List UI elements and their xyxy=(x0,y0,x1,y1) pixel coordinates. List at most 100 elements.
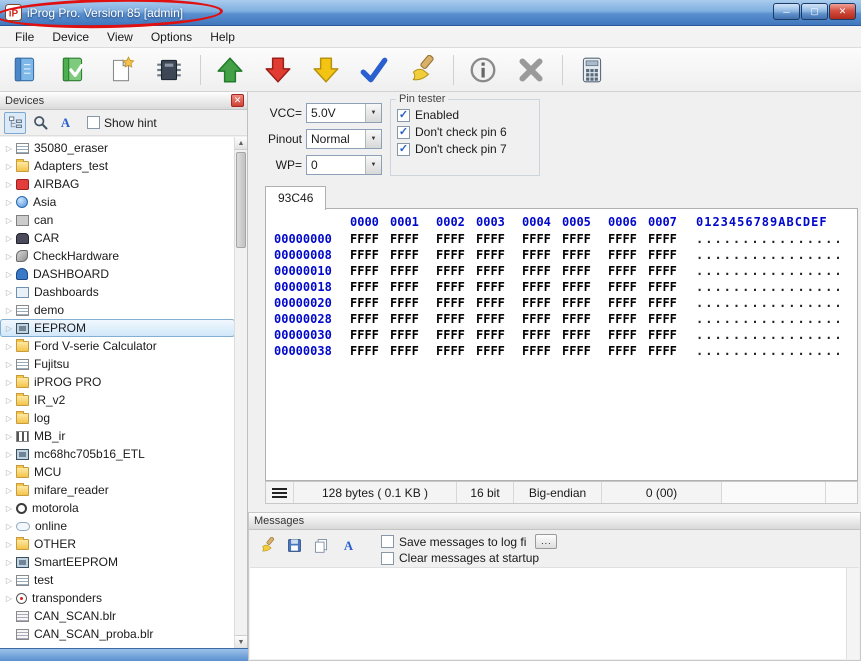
hex-cell[interactable]: FFFF xyxy=(522,264,556,278)
hex-row[interactable]: 00000018 FFFF FFFF FFFF FFFF FFFF FFFF FFFF FFFF… xyxy=(274,280,857,296)
tree-item-can-scan-blr[interactable]: CAN_SCAN.blr xyxy=(0,607,235,625)
messages-clear-button[interactable] xyxy=(257,535,277,555)
hex-cell[interactable]: FFFF xyxy=(350,344,384,358)
expand-arrow-icon[interactable]: ▷ xyxy=(3,216,15,225)
hex-cell[interactable]: FFFF xyxy=(476,344,510,358)
hex-cell[interactable]: FFFF xyxy=(436,280,470,294)
expand-arrow-icon[interactable]: ▷ xyxy=(3,450,15,459)
menu-item-view[interactable]: View xyxy=(98,27,142,47)
hex-cell[interactable]: FFFF xyxy=(390,328,424,342)
hex-cell[interactable]: FFFF xyxy=(390,264,424,278)
pin-tester-option-1[interactable]: ✓ Don't check pin 6 xyxy=(397,125,539,139)
tree-item-ford-v-serie-calculator[interactable]: ▷ Ford V-serie Calculator xyxy=(0,337,235,355)
hex-cell[interactable]: FFFF xyxy=(476,232,510,246)
tree-item-online[interactable]: ▷ online xyxy=(0,517,235,535)
hex-cell[interactable]: FFFF xyxy=(608,328,642,342)
hex-cell[interactable]: FFFF xyxy=(390,312,424,326)
expand-arrow-icon[interactable]: ▷ xyxy=(3,198,15,207)
hex-cell[interactable]: FFFF xyxy=(522,232,556,246)
hex-cell[interactable]: FFFF xyxy=(390,344,424,358)
expand-arrow-icon[interactable]: ▷ xyxy=(3,306,15,315)
expand-arrow-icon[interactable]: ▷ xyxy=(3,486,15,495)
tree-item-dashboard[interactable]: ▷ DASHBOARD xyxy=(0,265,235,283)
expand-arrow-icon[interactable]: ▷ xyxy=(3,378,15,387)
close-button[interactable]: ✕ xyxy=(829,3,856,20)
tree-item-can-scan-proba-blr[interactable]: CAN_SCAN_proba.blr xyxy=(0,625,235,643)
hex-cell[interactable]: FFFF xyxy=(436,328,470,342)
save-log-checkbox[interactable] xyxy=(381,535,394,548)
show-hint-option[interactable]: Show hint xyxy=(87,116,157,130)
tree-item-35080-eraser[interactable]: ▷ 35080_eraser xyxy=(0,139,235,157)
hex-cell[interactable]: FFFF xyxy=(608,232,642,246)
hex-cell[interactable]: FFFF xyxy=(608,264,642,278)
hex-cell[interactable]: FFFF xyxy=(476,328,510,342)
hex-cell[interactable]: FFFF xyxy=(608,344,642,358)
expand-arrow-icon[interactable]: ▷ xyxy=(3,504,15,513)
tree-item-iprog-pro[interactable]: ▷ iPROG PRO xyxy=(0,373,235,391)
expand-arrow-icon[interactable]: ▷ xyxy=(3,288,15,297)
hex-cell[interactable]: FFFF xyxy=(648,280,682,294)
tab-93c46[interactable]: 93C46 xyxy=(265,186,327,210)
tree-item-transponders[interactable]: ▷ transponders xyxy=(0,589,235,607)
hex-cell[interactable]: FFFF xyxy=(350,280,384,294)
hex-row[interactable]: 00000010 FFFF FFFF FFFF FFFF FFFF FFFF FFFF FFFF… xyxy=(274,264,857,280)
hex-cell[interactable]: FFFF xyxy=(608,248,642,262)
hex-cell[interactable]: FFFF xyxy=(436,344,470,358)
hex-row[interactable]: 00000020 FFFF FFFF FFFF FFFF FFFF FFFF FFFF FFFF… xyxy=(274,296,857,312)
hex-cell[interactable]: FFFF xyxy=(562,280,596,294)
hex-cell[interactable]: FFFF xyxy=(350,232,384,246)
expand-arrow-icon[interactable]: ▷ xyxy=(3,270,15,279)
tree-item-motorola[interactable]: ▷ motorola xyxy=(0,499,235,517)
hex-cell[interactable]: FFFF xyxy=(562,344,596,358)
hex-cell[interactable]: FFFF xyxy=(350,312,384,326)
toolbar-write-button[interactable] xyxy=(261,53,295,87)
pinout-select[interactable]: Normal ▼ xyxy=(306,129,382,149)
hex-cell[interactable]: FFFF xyxy=(522,344,556,358)
expand-arrow-icon[interactable]: ▷ xyxy=(3,522,15,531)
hex-cell[interactable]: FFFF xyxy=(350,328,384,342)
expand-arrow-icon[interactable]: ▷ xyxy=(3,180,15,189)
scroll-thumb[interactable] xyxy=(236,152,246,248)
hex-cell[interactable]: FFFF xyxy=(648,248,682,262)
hex-cell[interactable]: FFFF xyxy=(436,232,470,246)
hex-cell[interactable]: FFFF xyxy=(390,232,424,246)
hex-cell[interactable]: FFFF xyxy=(436,312,470,326)
hex-cell[interactable]: FFFF xyxy=(562,296,596,310)
toolbar-verify-button[interactable] xyxy=(357,53,391,87)
pin-tester-option-0[interactable]: ✓ Enabled xyxy=(397,108,539,122)
expand-arrow-icon[interactable]: ▷ xyxy=(3,342,15,351)
hex-cell[interactable]: FFFF xyxy=(522,248,556,262)
devices-tree-view-button[interactable] xyxy=(4,111,26,134)
devices-search-button[interactable] xyxy=(29,112,51,134)
tree-item-asia[interactable]: ▷ Asia xyxy=(0,193,235,211)
pin-tester-option-2[interactable]: ✓ Don't check pin 7 xyxy=(397,142,539,156)
vcc-select[interactable]: 5.0V ▼ xyxy=(306,103,382,123)
tree-item-can[interactable]: ▷ can xyxy=(0,211,235,229)
toolbar-read-button[interactable] xyxy=(213,53,247,87)
menu-item-file[interactable]: File xyxy=(6,27,43,47)
status-menu-button[interactable] xyxy=(266,482,294,503)
messages-save-log-button[interactable] xyxy=(284,535,304,555)
devices-font-button[interactable]: A xyxy=(54,112,76,134)
menu-item-help[interactable]: Help xyxy=(201,27,244,47)
expand-arrow-icon[interactable]: ▷ xyxy=(3,396,15,405)
wp-select[interactable]: 0 ▼ xyxy=(306,155,382,175)
hex-cell[interactable]: FFFF xyxy=(522,328,556,342)
devices-close-button[interactable]: ✕ xyxy=(231,94,244,107)
hex-cell[interactable]: FFFF xyxy=(562,232,596,246)
hex-row[interactable]: 00000038 FFFF FFFF FFFF FFFF FFFF FFFF FFFF FFFF… xyxy=(274,344,857,360)
hex-cell[interactable]: FFFF xyxy=(390,248,424,262)
hex-cell[interactable]: FFFF xyxy=(562,328,596,342)
tree-item-airbag[interactable]: ▷ AIRBAG xyxy=(0,175,235,193)
checkbox-icon[interactable]: ✓ xyxy=(397,125,410,139)
toolbar-save-button[interactable] xyxy=(56,53,90,87)
hex-row[interactable]: 00000028 FFFF FFFF FFFF FFFF FFFF FFFF FFFF FFFF… xyxy=(274,312,857,328)
hex-cell[interactable]: FFFF xyxy=(562,264,596,278)
tree-item-mcu[interactable]: ▷ MCU xyxy=(0,463,235,481)
expand-arrow-icon[interactable]: ▷ xyxy=(3,558,15,567)
hex-row[interactable]: 00000030 FFFF FFFF FFFF FFFF FFFF FFFF FFFF FFFF… xyxy=(274,328,857,344)
hex-row[interactable]: 00000008 FFFF FFFF FFFF FFFF FFFF FFFF FFFF FFFF… xyxy=(274,248,857,264)
browse-button[interactable]: ... xyxy=(535,534,558,549)
toolbar-new-button[interactable] xyxy=(104,53,138,87)
toolbar-calculator-button[interactable] xyxy=(575,53,609,87)
